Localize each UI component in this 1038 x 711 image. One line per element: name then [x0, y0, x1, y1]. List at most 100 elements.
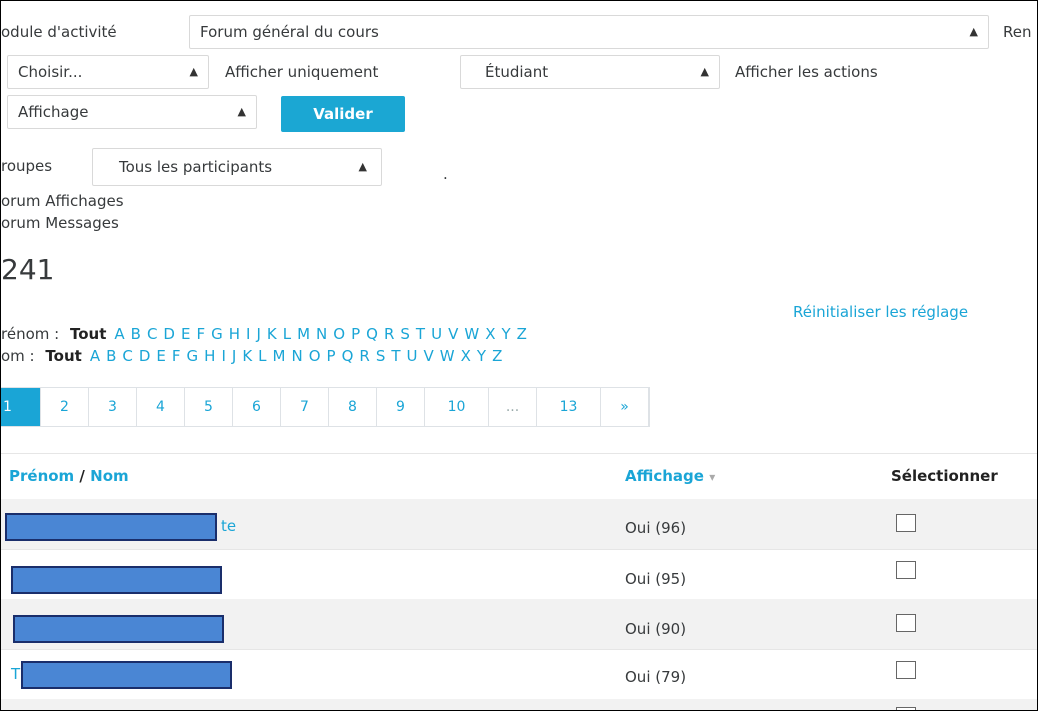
table-header-name: Prénom / Nom	[9, 467, 129, 485]
letter-link[interactable]: G	[211, 325, 223, 343]
letter-link[interactable]: U	[407, 347, 418, 365]
letter-link[interactable]: Q	[366, 325, 378, 343]
letter-link[interactable]: W	[440, 347, 455, 365]
redacted-name-block	[13, 615, 224, 643]
letter-link[interactable]: A	[114, 325, 124, 343]
letter-link[interactable]: N	[291, 347, 302, 365]
letter-link[interactable]: N	[316, 325, 327, 343]
letter-link[interactable]: J	[232, 347, 236, 365]
page-link-9[interactable]: 9	[377, 388, 425, 426]
header-separator: /	[79, 467, 85, 485]
letter-link[interactable]: M	[297, 325, 310, 343]
letter-link[interactable]: Z	[517, 325, 527, 343]
letter-link[interactable]: L	[258, 347, 266, 365]
letter-link[interactable]: L	[283, 325, 291, 343]
page-link-5[interactable]: 5	[185, 388, 233, 426]
letter-link[interactable]: V	[448, 325, 458, 343]
row-select-checkbox[interactable]	[896, 661, 916, 679]
letter-link[interactable]: G	[187, 347, 199, 365]
firstname-all-link[interactable]: Tout	[70, 325, 106, 343]
redacted-name-block	[21, 661, 232, 689]
letter-link[interactable]: K	[267, 325, 277, 343]
letter-link[interactable]: B	[106, 347, 116, 365]
letter-link[interactable]: K	[242, 347, 252, 365]
letter-link[interactable]: V	[424, 347, 434, 365]
activity-module-label: odule d'activité	[1, 23, 117, 41]
lastname-all-link[interactable]: Tout	[45, 347, 81, 365]
groups-select[interactable]: Tous les participants ▲︎	[92, 148, 382, 186]
letter-link[interactable]: C	[122, 347, 132, 365]
letter-link[interactable]: S	[376, 347, 386, 365]
letter-link[interactable]: S	[400, 325, 410, 343]
row-name-prefix[interactable]: T	[11, 665, 20, 683]
page-link-6[interactable]: 6	[233, 388, 281, 426]
table-header-views[interactable]: Affichage ▾	[625, 467, 715, 485]
letter-link[interactable]: X	[461, 347, 471, 365]
reset-settings-link[interactable]: Réinitialiser les réglage	[793, 303, 968, 321]
lastname-sort-link[interactable]: Nom	[90, 467, 129, 485]
page-link-3[interactable]: 3	[89, 388, 137, 426]
letter-link[interactable]: Y	[477, 347, 486, 365]
letter-link[interactable]: W	[464, 325, 479, 343]
letter-link[interactable]: X	[485, 325, 495, 343]
page-link-2[interactable]: 2	[41, 388, 89, 426]
row-select-checkbox[interactable]	[896, 514, 916, 532]
letter-link[interactable]: T	[391, 347, 400, 365]
letter-link[interactable]: C	[147, 325, 157, 343]
role-select[interactable]: Étudiant ▲︎	[460, 55, 720, 89]
row-select-checkbox[interactable]	[896, 614, 916, 632]
letter-link[interactable]: F	[196, 325, 205, 343]
groups-label: roupes	[1, 157, 53, 175]
page-link-4[interactable]: 4	[137, 388, 185, 426]
letter-link[interactable]: E	[181, 325, 190, 343]
letter-link[interactable]: R	[384, 325, 394, 343]
row-select-checkbox[interactable]	[896, 707, 916, 710]
letter-link[interactable]: R	[359, 347, 369, 365]
letter-link[interactable]: M	[273, 347, 286, 365]
page-link-7[interactable]: 7	[281, 388, 329, 426]
select-arrows-icon: ▲︎	[358, 160, 367, 173]
letter-link[interactable]: Z	[492, 347, 502, 365]
firstname-sort-link[interactable]: Prénom	[9, 467, 74, 485]
page-link-10[interactable]: 10	[425, 388, 489, 426]
choose-select[interactable]: Choisir... ▲︎	[7, 55, 209, 89]
show-only-label: Afficher uniquement	[225, 63, 379, 81]
letter-link[interactable]: F	[172, 347, 181, 365]
page-link-8[interactable]: 8	[329, 388, 377, 426]
activity-module-select[interactable]: Forum général du cours ▲︎	[189, 15, 989, 49]
letter-link[interactable]: I	[246, 325, 250, 343]
row-name-suffix[interactable]: te	[221, 517, 236, 535]
letter-link[interactable]: U	[431, 325, 442, 343]
select-arrows-icon: ▲︎	[237, 105, 246, 118]
activity-module-value: Forum général du cours	[200, 23, 379, 41]
letter-link[interactable]: O	[333, 325, 345, 343]
letter-link[interactable]: B	[131, 325, 141, 343]
display-select[interactable]: Affichage ▲︎	[7, 95, 257, 129]
letter-link[interactable]: A	[90, 347, 100, 365]
select-arrows-icon: ▲︎	[189, 65, 198, 78]
validate-button[interactable]: Valider	[281, 96, 405, 132]
letter-link[interactable]: D	[139, 347, 151, 365]
row-select-checkbox[interactable]	[896, 561, 916, 579]
letter-link[interactable]: T	[416, 325, 425, 343]
right-cut-label: Ren	[1003, 23, 1032, 41]
letter-link[interactable]: I	[221, 347, 225, 365]
groups-value: Tous les participants	[119, 158, 273, 176]
views-sort-link[interactable]: Affichage	[625, 467, 704, 485]
letter-link[interactable]: Y	[501, 325, 510, 343]
letter-link[interactable]: P	[351, 325, 360, 343]
page-next-link[interactable]: »	[601, 388, 649, 426]
letter-link[interactable]: H	[204, 347, 215, 365]
select-arrows-icon: ▲︎	[969, 25, 978, 38]
letter-link[interactable]: H	[229, 325, 240, 343]
letter-link[interactable]: Q	[342, 347, 354, 365]
letter-link[interactable]: J	[256, 325, 260, 343]
forum-messages-label: orum Messages	[1, 214, 119, 232]
letter-link[interactable]: E	[156, 347, 165, 365]
page-link-13[interactable]: 13	[537, 388, 601, 426]
page-link-1[interactable]: 1	[1, 388, 41, 426]
letter-link[interactable]: O	[309, 347, 321, 365]
page-ellipsis: ...	[489, 388, 537, 426]
letter-link[interactable]: P	[327, 347, 336, 365]
letter-link[interactable]: D	[163, 325, 175, 343]
